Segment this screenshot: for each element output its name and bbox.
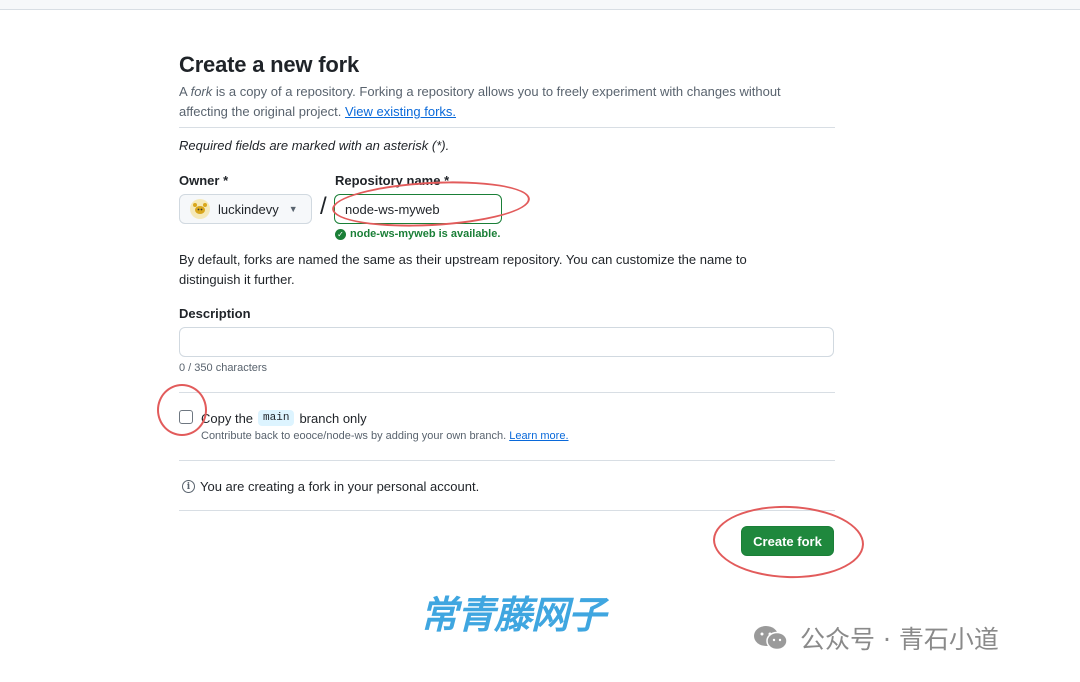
description-label: Description bbox=[179, 306, 251, 321]
divider bbox=[179, 392, 835, 393]
copy-branch-help: Contribute back to eooce/node-ws by addi… bbox=[201, 430, 569, 442]
slash-separator: / bbox=[320, 193, 327, 220]
required-fields-note: Required fields are marked with an aster… bbox=[179, 138, 450, 153]
availability-status: ✓ node-ws-myweb is available. bbox=[335, 228, 500, 240]
view-existing-forks-link[interactable]: View existing forks. bbox=[345, 104, 456, 119]
caret-down-icon: ▼ bbox=[288, 204, 298, 214]
divider bbox=[179, 510, 835, 511]
availability-message: node-ws-myweb is available. bbox=[350, 228, 501, 240]
learn-more-link[interactable]: Learn more. bbox=[509, 430, 568, 442]
default-name-note: By default, forks are named the same as … bbox=[179, 252, 747, 287]
divider bbox=[179, 460, 835, 461]
top-bar bbox=[0, 0, 1080, 10]
account-watermark: 公众号 · 青石小道 bbox=[752, 620, 999, 656]
owner-label: Owner * bbox=[179, 173, 229, 188]
repository-name-label: Repository name * bbox=[335, 173, 450, 188]
divider bbox=[179, 127, 835, 128]
repository-name-input[interactable] bbox=[334, 194, 502, 224]
intro-text: A fork is a copy of a repository. Forkin… bbox=[179, 84, 781, 119]
owner-select[interactable]: luckindevy ▼ bbox=[179, 194, 312, 224]
page-title: Create a new fork bbox=[179, 52, 360, 77]
avatar bbox=[190, 199, 210, 219]
character-counter: 0 / 350 characters bbox=[179, 362, 268, 374]
brand-watermark: 常青藤网子 bbox=[420, 593, 606, 637]
create-fork-button[interactable]: Create fork bbox=[741, 526, 834, 556]
copy-main-branch-checkbox[interactable] bbox=[179, 410, 193, 424]
owner-name: luckindevy bbox=[218, 201, 279, 217]
info-icon: i bbox=[182, 480, 195, 493]
copy-branch-label[interactable]: Copy the main branch only bbox=[201, 410, 367, 426]
crab-icon bbox=[193, 203, 207, 214]
branch-name-code: main bbox=[258, 410, 295, 426]
check-circle-icon: ✓ bbox=[335, 228, 346, 240]
wechat-icon bbox=[754, 626, 788, 651]
description-input[interactable] bbox=[179, 327, 834, 357]
info-message: i You are creating a fork in your person… bbox=[182, 479, 479, 494]
